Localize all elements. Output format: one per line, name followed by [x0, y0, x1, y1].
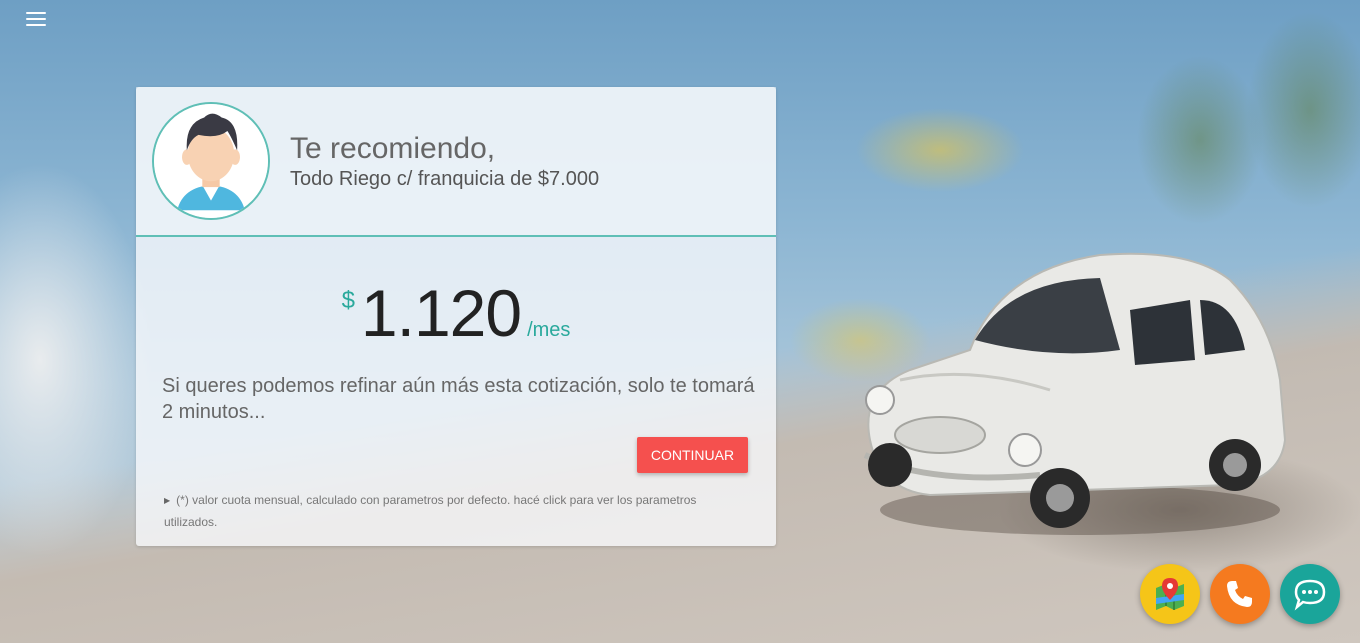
chat-bubble-icon: [1294, 579, 1326, 611]
quote-card: Te recomiendo, Todo Riego c/ franquicia …: [136, 87, 776, 546]
hamburger-line: [26, 24, 46, 26]
hamburger-line: [26, 18, 46, 20]
price-display: $1.120/mes: [136, 275, 776, 351]
refine-message: Si queres podemos refinar aún más esta c…: [162, 375, 755, 423]
expand-triangle-icon: ▶: [164, 496, 171, 505]
phone-icon: [1227, 581, 1252, 607]
car-illustration: [863, 252, 1287, 535]
parameters-footnote[interactable]: ▶ (*) valor cuota mensual, calculado con …: [164, 490, 724, 533]
price-amount: 1.120: [360, 276, 522, 350]
footnote-text: (*) valor cuota mensual, calculado con p…: [164, 493, 697, 529]
greeting-text: Te recomiendo,: [290, 132, 496, 165]
price-currency: $: [341, 287, 355, 314]
chat-button[interactable]: [1280, 564, 1340, 624]
phone-button[interactable]: [1210, 564, 1270, 624]
avatar: [152, 102, 270, 220]
menu-button[interactable]: [26, 12, 46, 28]
price-unit: /mes: [527, 319, 571, 341]
recommended-plan: Todo Riego c/ franquicia de $7.000: [290, 168, 600, 190]
map-button[interactable]: [1140, 564, 1200, 624]
avatar-person-icon: [154, 104, 268, 218]
card-header: Te recomiendo, Todo Riego c/ franquicia …: [136, 87, 776, 237]
hamburger-line: [26, 12, 46, 14]
map-pin-icon: [1156, 578, 1184, 610]
continue-button[interactable]: CONTINUAR: [637, 437, 748, 473]
